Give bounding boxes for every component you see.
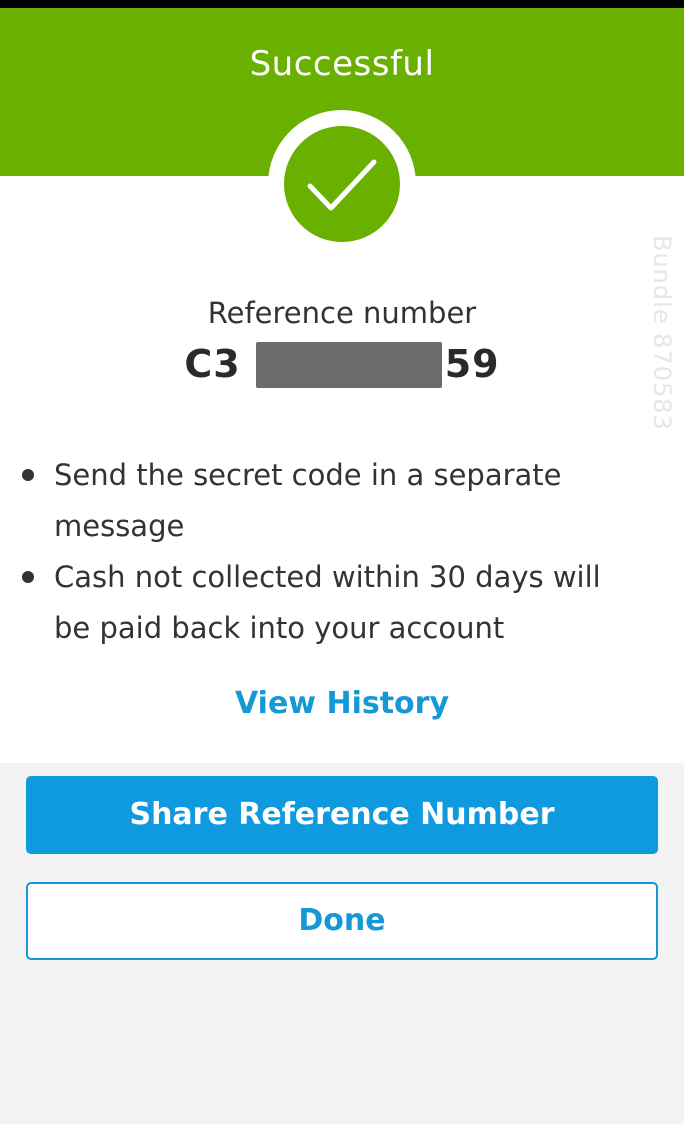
reference-prefix: C3	[184, 342, 241, 386]
bundle-watermark: Bundle 870583	[648, 235, 676, 431]
status-bar	[0, 0, 684, 8]
checkmark-icon	[284, 126, 400, 242]
reference-suffix: 59	[444, 342, 500, 386]
reference-label: Reference number	[207, 296, 477, 330]
list-item-text: Cash not collected within 30 days will b…	[54, 560, 601, 645]
bullet-icon	[22, 469, 34, 481]
done-button[interactable]: Done	[26, 882, 658, 960]
redaction-block	[256, 342, 442, 388]
info-list: Send the secret code in a separate messa…	[22, 450, 642, 654]
share-reference-button[interactable]: Share Reference Number	[26, 776, 658, 854]
list-item: Cash not collected within 30 days will b…	[22, 552, 642, 654]
list-item: Send the secret code in a separate messa…	[22, 450, 642, 552]
view-history-link[interactable]: View History	[0, 686, 684, 721]
success-badge	[268, 110, 416, 258]
bullet-icon	[22, 571, 34, 583]
list-item-text: Send the secret code in a separate messa…	[54, 458, 562, 543]
page-title: Successful	[249, 44, 435, 84]
